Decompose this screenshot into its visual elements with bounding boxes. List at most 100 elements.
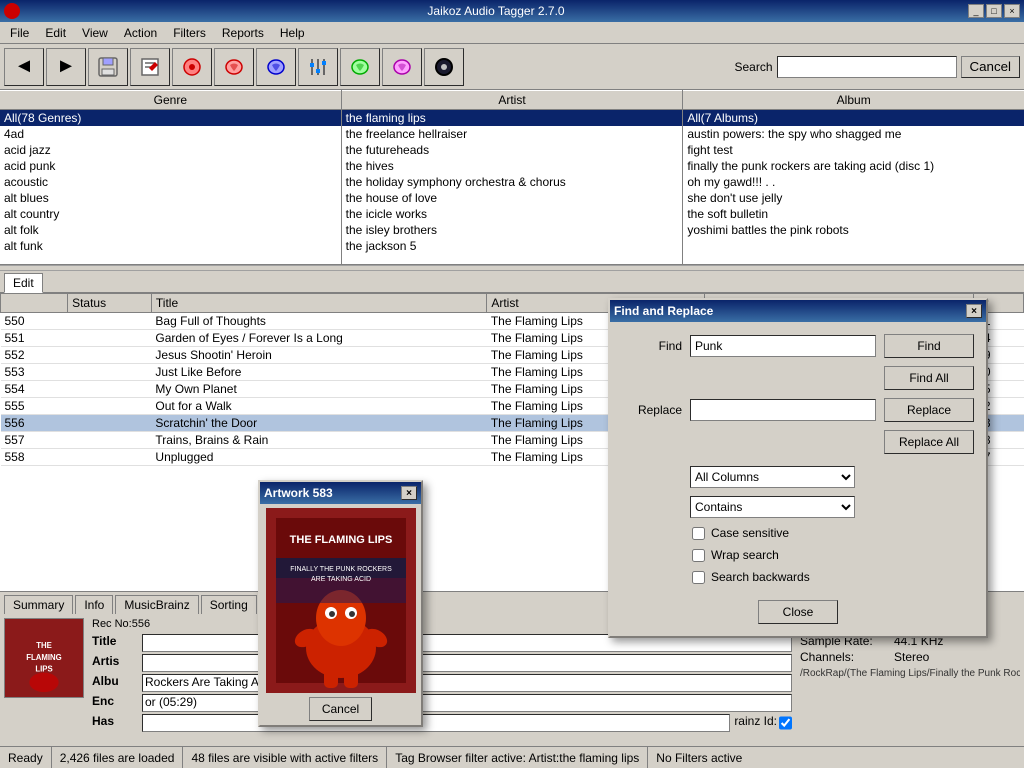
album-list[interactable]: All(7 Albums)austin powers: the spy who … (683, 110, 1024, 264)
brain2-button[interactable] (256, 48, 296, 86)
replace-button[interactable]: Replace (884, 398, 974, 422)
genre-item[interactable]: acid punk (0, 158, 341, 174)
menu-action[interactable]: Action (116, 24, 165, 42)
col-title[interactable]: Title (151, 294, 486, 313)
artwork-cancel-button[interactable]: Cancel (309, 697, 372, 721)
statusbar: Ready 2,426 files are loaded 48 files ar… (0, 746, 1024, 768)
artist-list[interactable]: the flaming lipsthe freelance hellraiser… (342, 110, 683, 264)
tab-sorting[interactable]: Sorting (201, 595, 257, 614)
artist-item[interactable]: the hives (342, 158, 683, 174)
menu-reports[interactable]: Reports (214, 24, 272, 42)
album-item[interactable]: the soft bulletin (683, 206, 1024, 222)
find-label: Find (622, 339, 682, 353)
album-item[interactable]: finally the punk rockers are taking acid… (683, 158, 1024, 174)
artist-item[interactable]: the holiday symphony orchestra & chorus (342, 174, 683, 190)
album-item[interactable]: All(7 Albums) (683, 110, 1024, 126)
row-title: Out for a Walk (151, 398, 486, 415)
mixer-button[interactable] (298, 48, 338, 86)
find-button[interactable]: Find (884, 334, 974, 358)
artist-item[interactable]: the flaming lips (342, 110, 683, 126)
artist-item[interactable]: the futureheads (342, 142, 683, 158)
music-button[interactable] (172, 48, 212, 86)
row-num: 557 (1, 432, 68, 449)
record-button[interactable] (424, 48, 464, 86)
album-field[interactable]: Rockers Are Taking Acid (disc 1) (142, 674, 792, 692)
find-input[interactable] (690, 335, 876, 357)
artist-item[interactable]: the house of love (342, 190, 683, 206)
album-header: Album (683, 90, 1024, 110)
genre-item[interactable]: 4ad (0, 126, 341, 142)
brain1-button[interactable] (214, 48, 254, 86)
musicbrainz-checkbox[interactable] (779, 714, 792, 732)
search-input[interactable] (777, 56, 957, 78)
has-label: Has (92, 714, 142, 732)
genre-list[interactable]: All(78 Genres)4adacid jazzacid punkacous… (0, 110, 341, 264)
replace-input[interactable] (690, 399, 876, 421)
maximize-button[interactable]: □ (986, 4, 1002, 18)
row-num: 552 (1, 347, 68, 364)
case-sensitive-checkbox[interactable] (692, 527, 705, 540)
menu-edit[interactable]: Edit (37, 24, 74, 42)
find-dialog-close-button[interactable]: × (966, 304, 982, 318)
enc-label: Enc (92, 694, 142, 712)
minimize-button[interactable]: _ (968, 4, 984, 18)
artwork-close-button[interactable]: × (401, 486, 417, 500)
enc-field[interactable]: or (05:29) (142, 694, 792, 712)
column-select[interactable]: All Columns (690, 466, 855, 488)
wrap-search-checkbox[interactable] (692, 549, 705, 562)
menu-filters[interactable]: Filters (165, 24, 214, 42)
artist-item[interactable]: the isley brothers (342, 222, 683, 238)
album-item[interactable]: fight test (683, 142, 1024, 158)
row-num: 554 (1, 381, 68, 398)
album-item[interactable]: oh my gawd!!! . . (683, 174, 1024, 190)
row-status (68, 364, 152, 381)
tab-musicbrainz[interactable]: MusicBrainz (115, 595, 198, 614)
find-close-button[interactable]: Close (758, 600, 838, 624)
genre-item[interactable]: alt funk (0, 238, 341, 254)
genre-item[interactable]: acoustic (0, 174, 341, 190)
genre-item[interactable]: alt folk (0, 222, 341, 238)
row-status (68, 449, 152, 466)
artist-item[interactable]: the jackson 5 (342, 238, 683, 254)
edit-button[interactable] (130, 48, 170, 86)
close-button[interactable]: × (1004, 4, 1020, 18)
album-item[interactable]: austin powers: the spy who shagged me (683, 126, 1024, 142)
menu-help[interactable]: Help (272, 24, 313, 42)
row-num: 558 (1, 449, 68, 466)
cancel-search-button[interactable]: Cancel (961, 56, 1021, 78)
genre-item[interactable]: alt blues (0, 190, 341, 206)
genre-item[interactable]: alt country (0, 206, 341, 222)
row-num: 551 (1, 330, 68, 347)
genre-item[interactable]: acid jazz (0, 142, 341, 158)
artist-field[interactable] (142, 654, 792, 672)
row-title: Unplugged (151, 449, 486, 466)
artist-item[interactable]: the freelance hellraiser (342, 126, 683, 142)
save-button[interactable] (88, 48, 128, 86)
tab-edit[interactable]: Edit (4, 273, 43, 293)
replace-all-button[interactable]: Replace All (884, 430, 974, 454)
tab-info[interactable]: Info (75, 595, 113, 614)
search-backwards-checkbox[interactable] (692, 571, 705, 584)
tab-summary[interactable]: Summary (4, 595, 73, 614)
col-status[interactable]: Status (68, 294, 152, 313)
row-status (68, 313, 152, 330)
has-field[interactable] (142, 714, 730, 732)
replace-label: Replace (622, 403, 682, 417)
find-all-button[interactable]: Find All (884, 366, 974, 390)
forward-button[interactable]: ► (46, 48, 86, 86)
album-item[interactable]: she don't use jelly (683, 190, 1024, 206)
genre-item[interactable]: All(78 Genres) (0, 110, 341, 126)
brain3-button[interactable] (340, 48, 380, 86)
artist-label: Artis (92, 654, 142, 672)
artist-item[interactable]: the icicle works (342, 206, 683, 222)
artwork-title-text: Artwork 583 (264, 486, 333, 500)
album-item[interactable]: yoshimi battles the pink robots (683, 222, 1024, 238)
table-tabs: Edit (0, 271, 1024, 293)
back-button[interactable]: ◄ (4, 48, 44, 86)
menu-view[interactable]: View (74, 24, 116, 42)
menu-file[interactable]: File (2, 24, 37, 42)
match-select[interactable]: Contains (690, 496, 855, 518)
musicbrainz-label: rainz Id: (734, 714, 777, 732)
brain4-button[interactable] (382, 48, 422, 86)
col-num[interactable] (1, 294, 68, 313)
